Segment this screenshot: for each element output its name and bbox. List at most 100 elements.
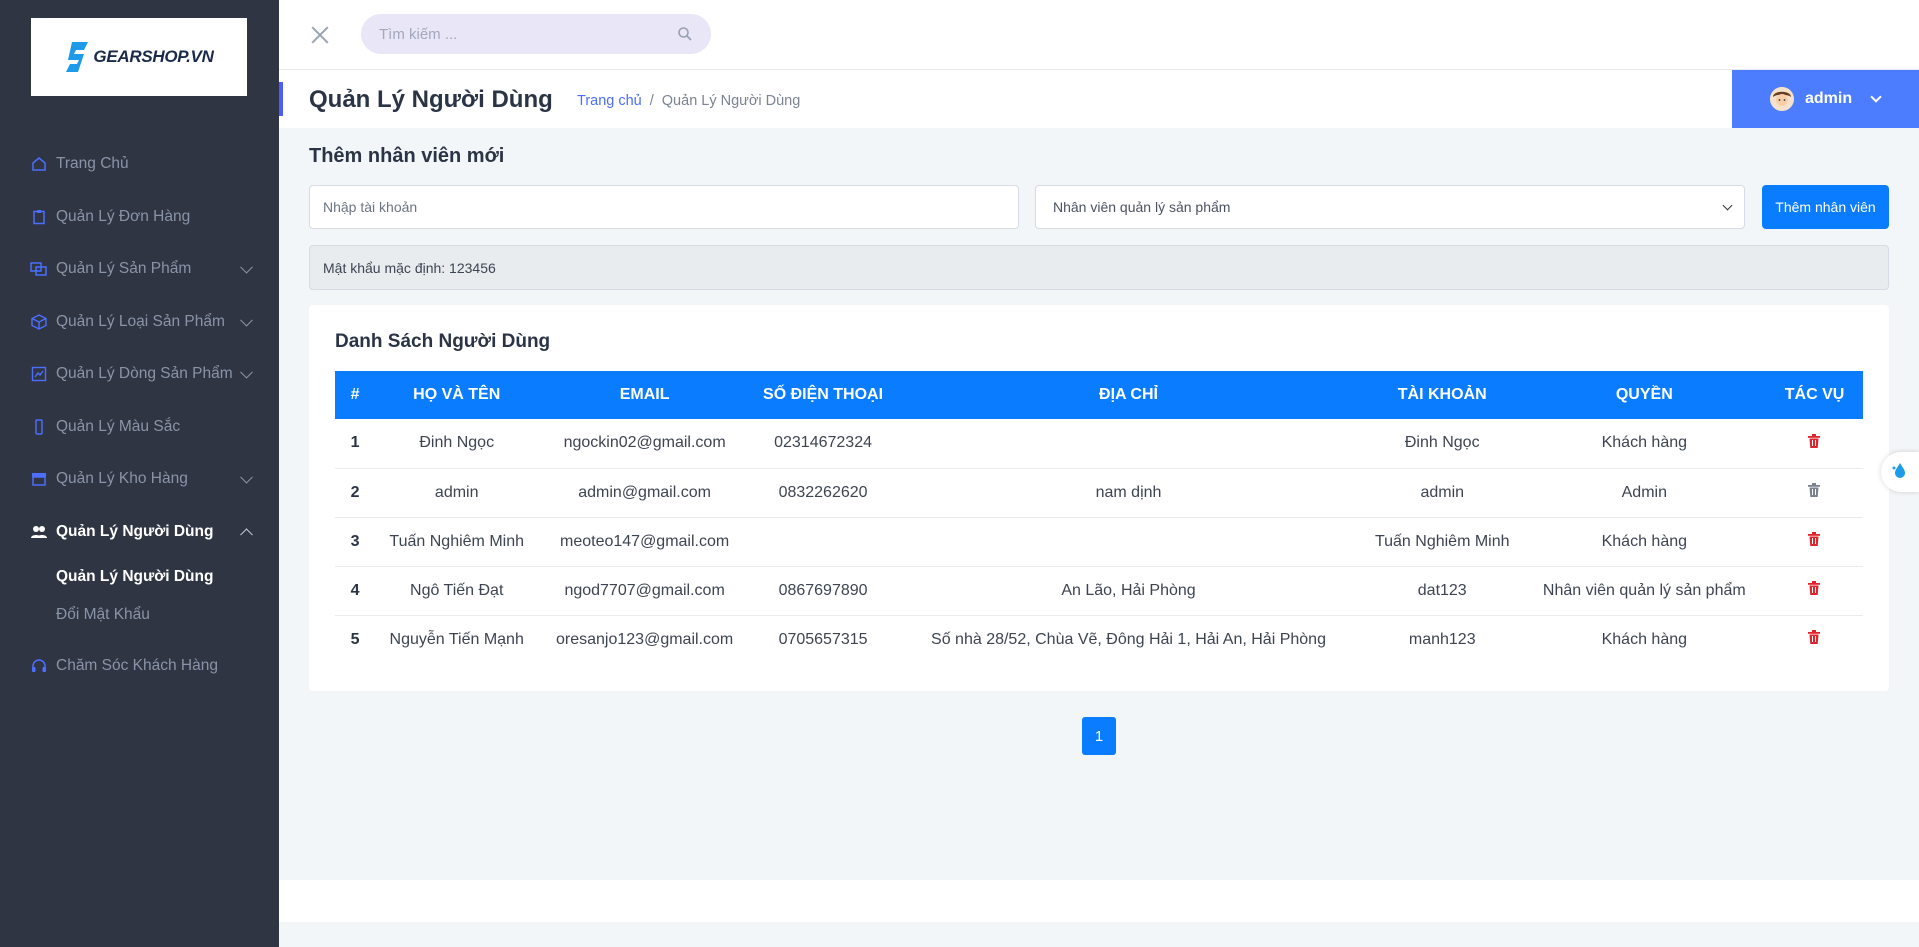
- sidebar-item-label: Quản Lý Đơn Hàng: [56, 207, 191, 225]
- table-row: 2 admin admin@gmail.com 0832262620 nam dịnh a…: [335, 468, 1863, 518]
- full-name-cell: admin: [375, 468, 539, 518]
- sidebar-item-label: Chăm Sóc Khách Hàng: [56, 657, 218, 675]
- breadcrumb: Trang chủ / Quản Lý Người Dùng: [577, 93, 800, 109]
- droplet-icon: [1890, 460, 1910, 485]
- headset-icon: [30, 657, 48, 675]
- search-box: [361, 14, 711, 54]
- address-cell: [895, 517, 1362, 567]
- row-index: 4: [335, 566, 376, 616]
- account-cell: Đinh Ngọc: [1361, 419, 1523, 469]
- sidebar-item-categories[interactable]: Quản Lý Loại Sản Phẩm: [0, 296, 279, 349]
- phone-cell: 0832262620: [750, 468, 896, 518]
- sidebar-item-orders[interactable]: Quản Lý Đơn Hàng: [0, 191, 279, 244]
- chevron-down-icon: [240, 366, 253, 379]
- sidebar-item-product-lines[interactable]: Quản Lý Dòng Sản Phẩm: [0, 348, 279, 401]
- avatar: [1770, 87, 1794, 111]
- column-header: HỌ VÀ TÊN: [413, 386, 501, 403]
- column-header: #: [350, 386, 360, 403]
- account-cell: manh123: [1408, 630, 1476, 648]
- sidebar-item-colors[interactable]: Quản Lý Màu Sắc: [0, 401, 279, 454]
- chevron-down-icon: [1722, 200, 1733, 211]
- role-cell: Khách hàng: [1522, 419, 1767, 469]
- users-table: # HỌ VÀ TÊN EMAIL SỐ ĐIỆN THOẠI ĐỊA CHỈ …: [335, 371, 1863, 664]
- email-cell: admin@gmail.com: [538, 468, 751, 518]
- chart-icon: [30, 365, 48, 383]
- sidebar-item-label: Quản Lý Màu Sắc: [56, 417, 181, 435]
- breadcrumb-home-link[interactable]: Trang chủ: [577, 93, 642, 109]
- clipboard-icon: [30, 208, 48, 226]
- page-button[interactable]: 1: [1082, 717, 1116, 755]
- breadcrumb-current: Quản Lý Người Dùng: [661, 93, 801, 109]
- sidebar-item-products[interactable]: Quản Lý Sản Phẩm: [0, 243, 279, 296]
- address-cell: nam dịnh: [895, 468, 1362, 518]
- trash-icon[interactable]: [1807, 532, 1822, 548]
- trash-icon[interactable]: [1807, 483, 1822, 499]
- sidebar-nav: Trang Chủ Quản Lý Đơn Hàng Quản Lý Sản P…: [0, 138, 279, 693]
- actions-cell: [1766, 615, 1863, 664]
- role-select[interactable]: Nhân viên quản lý sản phẩm: [1035, 185, 1745, 229]
- sidebar-item-label: Quản Lý Kho Hàng: [56, 470, 188, 488]
- page-header: Quản Lý Người Dùng Trang chủ / Quản Lý Ngư…: [279, 70, 1919, 128]
- products-icon: [30, 260, 48, 278]
- trash-icon[interactable]: [1807, 433, 1822, 450]
- full-name-cell: Đinh Ngọc: [375, 419, 539, 469]
- trash-icon[interactable]: [1807, 630, 1822, 646]
- phone-cell: 0867697890: [750, 566, 896, 616]
- floating-widget-button[interactable]: [1881, 452, 1919, 492]
- phone-cell: 0705657315: [778, 630, 868, 648]
- users-card: Danh Sách Người Dùng # HỌ VÀ TÊN EMAIL S…: [309, 305, 1889, 691]
- close-icon[interactable]: [309, 24, 331, 46]
- email-cell: meoteo147@gmail.com: [538, 517, 751, 567]
- search-icon[interactable]: [677, 26, 693, 42]
- add-employee-button[interactable]: Thêm nhân viên: [1762, 185, 1889, 229]
- role-cell: Admin: [1522, 468, 1767, 518]
- user-menu[interactable]: admin: [1732, 70, 1919, 128]
- sidebar-item-customer-care[interactable]: Chăm Sóc Khách Hàng: [0, 640, 279, 693]
- sidebar-item-label: Quản Lý Sản Phẩm: [56, 260, 192, 278]
- sidebar-item-label: Quản Lý Người Dùng: [56, 522, 214, 540]
- table-row: 5 Nguyễn Tiến Mạnh oresanjo123@gmail.com 07…: [335, 615, 1863, 664]
- users-table-body: 1 Đinh Ngọc ngockin02@gmail.com 02314672324…: [335, 419, 1863, 664]
- actions-cell: [1766, 517, 1863, 567]
- row-index: 2: [335, 468, 376, 518]
- trash-icon[interactable]: [1807, 581, 1822, 597]
- address-cell: [895, 419, 1362, 469]
- address-cell: An Lão, Hải Phòng: [895, 566, 1362, 616]
- warehouse-icon: [30, 470, 48, 488]
- add-employee-title: Thêm nhân viên mới: [309, 145, 505, 167]
- table-row: 4 Ngô Tiến Đạt ngod7707@gmail.com 086769789…: [335, 566, 1863, 616]
- sidebar-subitem-label: Quản Lý Người Dùng: [56, 568, 214, 585]
- sidebar-item-label: Trang Chủ: [56, 155, 129, 173]
- sidebar-item-home[interactable]: Trang Chủ: [0, 138, 279, 191]
- table-row: 3 Tuấn Nghiêm Minh meoteo147@gmail.com Tuấn…: [335, 517, 1863, 567]
- title-accent-bar: [279, 82, 283, 116]
- account-cell: dat123: [1361, 566, 1523, 616]
- account-cell: admin: [1361, 468, 1523, 518]
- address-cell: Số nhà 28/52, Chùa Vẽ, Đông Hải 1, Hải A…: [931, 630, 1326, 648]
- sidebar-item-warehouse[interactable]: Quản Lý Kho Hàng: [0, 453, 279, 506]
- sidebar-subitem-user-management[interactable]: Quản Lý Người Dùng: [0, 558, 279, 596]
- actions-cell: [1766, 566, 1863, 616]
- role-cell: Nhân viên quản lý sản phẩm: [1522, 566, 1767, 616]
- search-input[interactable]: [379, 25, 677, 43]
- chevron-down-icon: [1870, 91, 1882, 103]
- account-input[interactable]: [309, 185, 1019, 229]
- sidebar-subitem-change-password[interactable]: Đổi Mật Khẩu: [0, 596, 279, 634]
- brand-logo[interactable]: GEARSHOP.VN: [31, 18, 247, 96]
- users-list-title: Danh Sách Người Dùng: [335, 331, 551, 352]
- user-name: admin: [1805, 90, 1853, 107]
- column-header: TÁC VỤ: [1784, 386, 1845, 403]
- chevron-up-icon: [240, 528, 253, 541]
- phone-cell: [750, 517, 896, 567]
- sidebar-item-users[interactable]: Quản Lý Người Dùng: [0, 506, 279, 559]
- phone-cell: 02314672324: [750, 419, 896, 469]
- sidebar-item-label: Quản Lý Dòng Sản Phẩm: [56, 365, 233, 383]
- row-index: 3: [335, 517, 376, 567]
- column-header: SỐ ĐIỆN THOẠI: [763, 386, 884, 403]
- chevron-down-icon: [240, 471, 253, 484]
- gearshop-logo-icon: [64, 40, 90, 74]
- sidebar-subitem-label: Đổi Mật Khẩu: [56, 606, 150, 623]
- pagination: 1: [1082, 717, 1116, 755]
- full-name-cell: Nguyễn Tiến Mạnh: [389, 630, 524, 648]
- logo-text: GEARSHOP.VN: [93, 47, 214, 66]
